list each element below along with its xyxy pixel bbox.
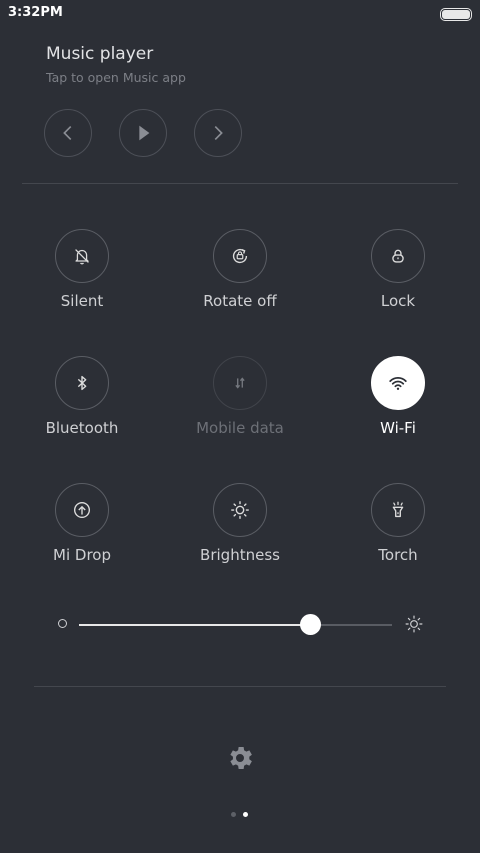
brightness-low-icon (58, 619, 67, 628)
torch-icon (392, 501, 404, 518)
toggle-label: Torch (378, 546, 418, 564)
lock-icon (392, 249, 404, 263)
previous-button[interactable] (44, 109, 92, 157)
bluetooth-circle[interactable] (55, 356, 109, 410)
music-player-subtitle[interactable]: Tap to open Music app (46, 70, 186, 85)
rotate-circle[interactable] (213, 229, 267, 283)
toggle-label: Mi Drop (53, 546, 111, 564)
bell-off-icon (75, 249, 89, 265)
lock-circle[interactable] (371, 229, 425, 283)
toggle-label: Lock (380, 292, 416, 310)
next-icon (214, 125, 223, 141)
mi-drop-icon (73, 501, 91, 519)
previous-icon (63, 125, 72, 141)
toggle-label: Rotate off (203, 292, 277, 310)
toggle-label: Wi-Fi (380, 419, 416, 437)
page-dot-2-active (243, 812, 248, 817)
page-indicator (231, 812, 251, 820)
rotate-lock-icon (232, 248, 248, 264)
toggle-label: Brightness (200, 546, 280, 564)
brightness-high-icon (405, 615, 423, 633)
status-bar: 3:32PM (0, 0, 480, 28)
play-button[interactable] (119, 109, 167, 157)
toggle-wifi[interactable]: Wi-Fi (323, 356, 473, 466)
play-icon (139, 125, 150, 141)
mi-drop-circle[interactable] (55, 483, 109, 537)
music-divider (22, 183, 458, 184)
torch-circle[interactable] (371, 483, 425, 537)
toggle-torch[interactable]: Torch (323, 483, 473, 593)
wifi-circle[interactable] (371, 356, 425, 410)
toggle-label: Silent (60, 292, 104, 310)
mobile-data-icon (235, 377, 245, 389)
music-player-title[interactable]: Music player (46, 44, 153, 64)
toggle-mobile-data[interactable]: Mobile data (165, 356, 315, 466)
battery-icon (440, 8, 472, 21)
mobile-data-circle[interactable] (213, 356, 267, 410)
toggle-silent[interactable]: Silent (7, 229, 157, 339)
brightness-icon (231, 501, 249, 519)
page-dot-1 (231, 812, 236, 817)
brightness-slider[interactable] (56, 608, 428, 640)
toggle-label: Bluetooth (45, 419, 119, 437)
toggle-label: Mobile data (196, 419, 284, 437)
toggle-lock[interactable]: Lock (323, 229, 473, 339)
wifi-icon (389, 377, 407, 390)
bluetooth-icon (77, 375, 87, 391)
next-button[interactable] (194, 109, 242, 157)
settings-divider (34, 686, 446, 687)
settings-gear-icon[interactable] (225, 743, 255, 773)
brightness-circle[interactable] (213, 483, 267, 537)
toggle-mi-drop[interactable]: Mi Drop (7, 483, 157, 593)
slider-thumb[interactable] (300, 614, 322, 635)
toggle-brightness[interactable]: Brightness (165, 483, 315, 593)
toggle-bluetooth[interactable]: Bluetooth (7, 356, 157, 466)
slider-fill (79, 624, 311, 626)
silent-circle[interactable] (55, 229, 109, 283)
status-time: 3:32PM (8, 5, 63, 20)
toggle-rotate[interactable]: Rotate off (165, 229, 315, 339)
